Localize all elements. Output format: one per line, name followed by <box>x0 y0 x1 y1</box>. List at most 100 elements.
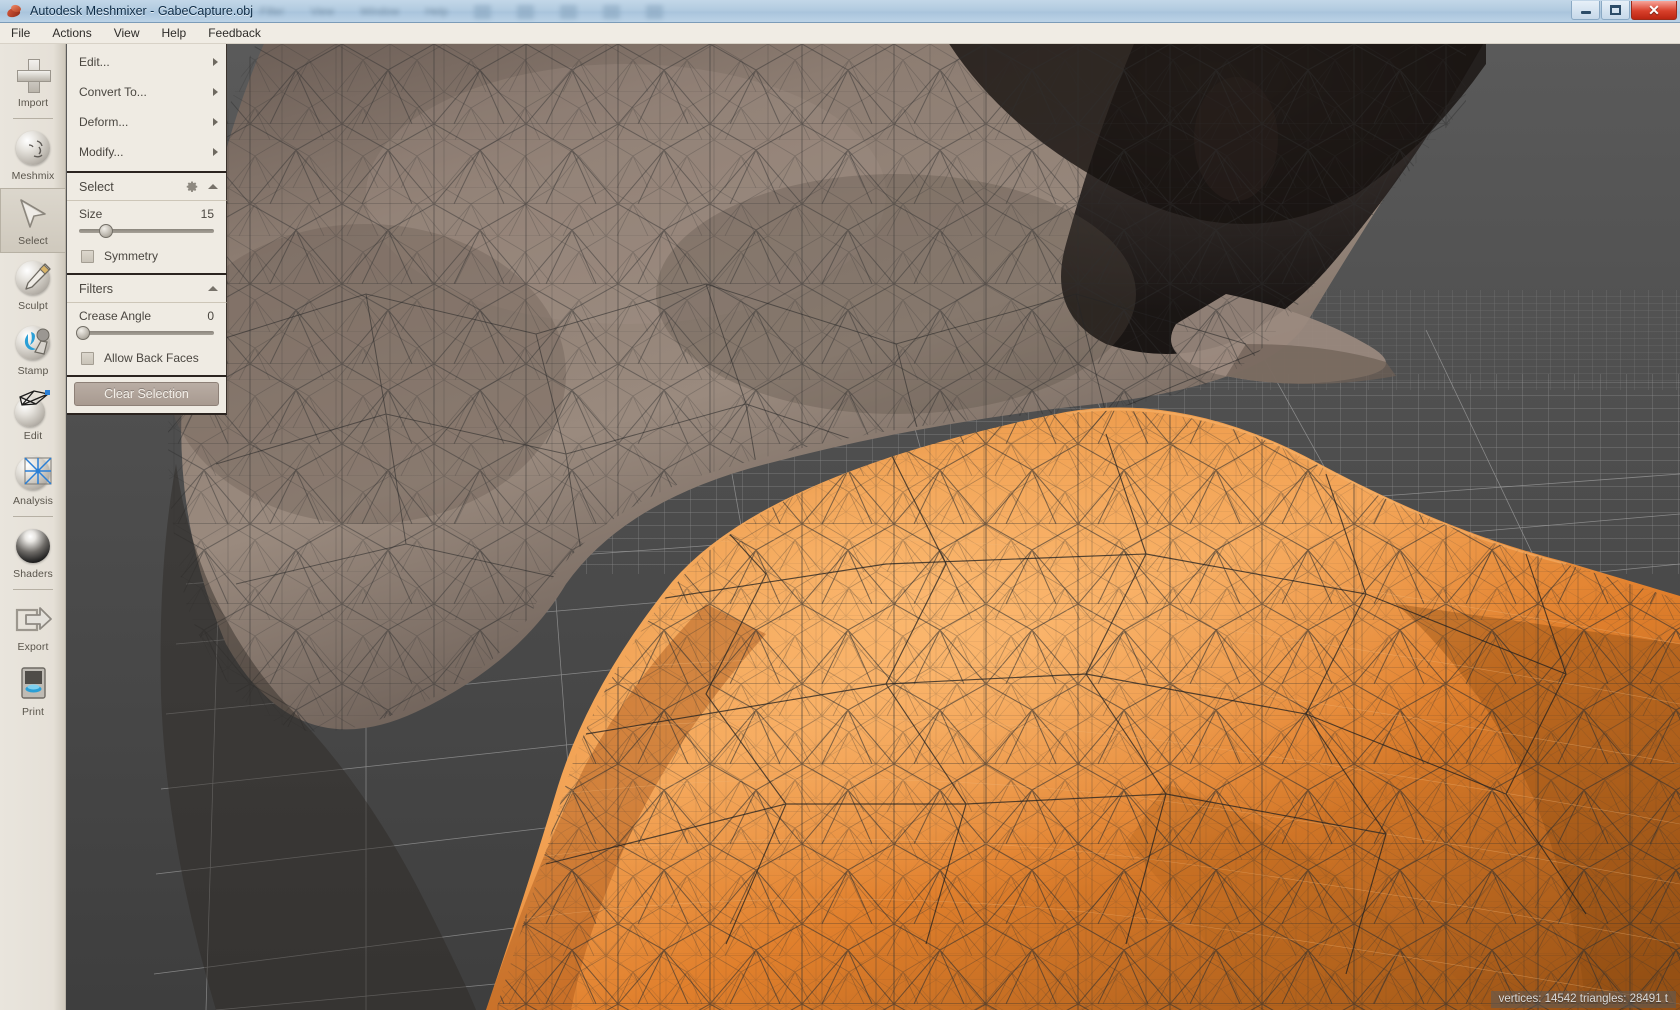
symmetry-row[interactable]: Symmetry <box>79 246 214 265</box>
ghost-menu-1: View <box>310 5 335 18</box>
chevron-right-icon <box>213 58 218 66</box>
ghost-menu-2: Window <box>360 5 400 18</box>
action-label: Modify... <box>79 145 124 159</box>
tool-edit[interactable]: Edit <box>0 383 66 448</box>
status-bar: vertices: 14542 triangles: 28491 t <box>1490 991 1676 1008</box>
minimize-button[interactable] <box>1571 1 1600 20</box>
tool-shaders[interactable]: Shaders <box>0 521 66 586</box>
title-bar: Filter View Window Help Autodesk Meshmix… <box>0 0 1680 23</box>
face-sphere-icon <box>12 127 54 169</box>
section-title: Select <box>79 179 114 194</box>
tool-label: Select <box>18 235 48 247</box>
chevron-up-icon[interactable] <box>208 184 218 189</box>
size-value: 15 <box>200 207 214 221</box>
tool-label: Sculpt <box>18 300 48 312</box>
menu-actions[interactable]: Actions <box>41 24 102 42</box>
slider-track <box>79 331 214 335</box>
tool-rail: Import Meshmix Select Sculpt Stamp Edit … <box>0 44 66 1010</box>
rail-divider <box>12 589 53 590</box>
tool-label: Analysis <box>13 495 53 507</box>
ghost-toolbar-icon <box>645 4 663 19</box>
action-label: Convert To... <box>79 85 147 99</box>
ghost-toolbar-icon <box>473 4 491 19</box>
tool-label: Meshmix <box>11 170 55 182</box>
size-slider[interactable] <box>79 224 214 238</box>
action-convert-to[interactable]: Convert To... <box>67 77 226 107</box>
ghost-menu-3: Help <box>425 5 448 18</box>
tool-sculpt[interactable]: Sculpt <box>0 253 66 318</box>
select-section-body: Size 15 Symmetry <box>67 201 227 275</box>
size-label: Size <box>79 207 103 221</box>
tool-print[interactable]: Print <box>0 659 66 724</box>
filters-section-body: Crease Angle 0 Allow Back Faces <box>67 303 227 377</box>
shader-sphere-icon <box>12 525 54 567</box>
select-section-header[interactable]: Select <box>67 173 227 201</box>
action-modify[interactable]: Modify... <box>67 137 226 167</box>
tool-import[interactable]: Import <box>0 50 66 115</box>
symmetry-checkbox[interactable] <box>81 249 94 263</box>
menu-feedback[interactable]: Feedback <box>197 24 272 42</box>
meshmixer-window: Filter View Window Help Autodesk Meshmix… <box>0 0 1680 1010</box>
gear-icon[interactable] <box>186 180 198 193</box>
filters-section-header[interactable]: Filters <box>67 275 227 303</box>
crease-angle-value: 0 <box>207 309 214 323</box>
tool-label: Shaders <box>13 568 53 580</box>
select-tool-panel: Edit... Convert To... Deform... Modify..… <box>67 44 227 415</box>
tool-stamp[interactable]: Stamp <box>0 318 66 383</box>
allow-back-faces-label: Allow Back Faces <box>104 351 199 365</box>
window-title: Autodesk Meshmixer - GabeCapture.obj <box>30 4 254 18</box>
allow-back-faces-checkbox[interactable] <box>81 351 94 365</box>
tool-label: Export <box>17 641 49 653</box>
action-label: Edit... <box>79 55 110 69</box>
tool-label: Stamp <box>17 365 49 377</box>
slider-knob[interactable] <box>76 326 91 340</box>
chevron-right-icon <box>213 118 218 126</box>
tool-export[interactable]: Export <box>0 594 66 659</box>
maximize-button[interactable] <box>1601 1 1630 20</box>
tool-analysis[interactable]: Analysis <box>0 448 66 513</box>
plus-icon <box>12 54 54 96</box>
action-label: Deform... <box>79 115 129 129</box>
close-button[interactable]: ✕ <box>1631 1 1677 20</box>
allow-back-faces-row[interactable]: Allow Back Faces <box>79 348 214 367</box>
action-edit[interactable]: Edit... <box>67 47 226 77</box>
tool-label: Edit <box>23 430 43 442</box>
rail-divider <box>12 516 53 517</box>
menu-file[interactable]: File <box>0 24 41 42</box>
tool-meshmix[interactable]: Meshmix <box>0 123 66 188</box>
crease-angle-label: Crease Angle <box>79 309 152 323</box>
ghost-toolbar-icon <box>602 4 620 19</box>
clear-selection-wrap: Clear Selection <box>67 377 227 415</box>
menu-bar: File Actions View Help Feedback <box>0 23 1680 44</box>
stamp-sphere-icon <box>12 322 54 364</box>
tool-select[interactable]: Select <box>0 188 66 253</box>
ghost-menu-0: Filter <box>260 5 285 18</box>
menu-view[interactable]: View <box>103 24 151 42</box>
menu-help[interactable]: Help <box>151 24 198 42</box>
3d-viewport[interactable] <box>66 44 1680 1010</box>
ghost-toolbar-icon <box>559 4 577 19</box>
rail-divider <box>12 118 53 119</box>
crease-angle-row: Crease Angle 0 <box>79 309 214 323</box>
size-row: Size 15 <box>79 207 214 221</box>
chevron-up-icon[interactable] <box>208 286 218 291</box>
tool-label: Print <box>21 706 45 718</box>
mesh-sphere-icon <box>12 387 54 429</box>
tool-label: Import <box>17 97 49 109</box>
cursor-arrow-icon <box>12 192 54 234</box>
symmetry-label: Symmetry <box>104 249 158 263</box>
analysis-grid-icon <box>12 452 54 494</box>
window-controls: ✕ <box>1570 1 1677 20</box>
printer-icon <box>12 663 54 705</box>
action-deform[interactable]: Deform... <box>67 107 226 137</box>
section-title: Filters <box>79 281 114 296</box>
chevron-right-icon <box>213 88 218 96</box>
clear-selection-button[interactable]: Clear Selection <box>74 382 219 406</box>
action-menu-list: Edit... Convert To... Deform... Modify..… <box>67 44 227 173</box>
slider-knob[interactable] <box>99 224 113 238</box>
ghost-toolbar-icon <box>516 4 534 19</box>
crease-angle-slider[interactable] <box>76 326 214 340</box>
brush-sphere-icon <box>12 257 54 299</box>
chevron-right-icon <box>213 148 218 156</box>
background-window-ghost: Filter View Window Help <box>250 0 1510 23</box>
